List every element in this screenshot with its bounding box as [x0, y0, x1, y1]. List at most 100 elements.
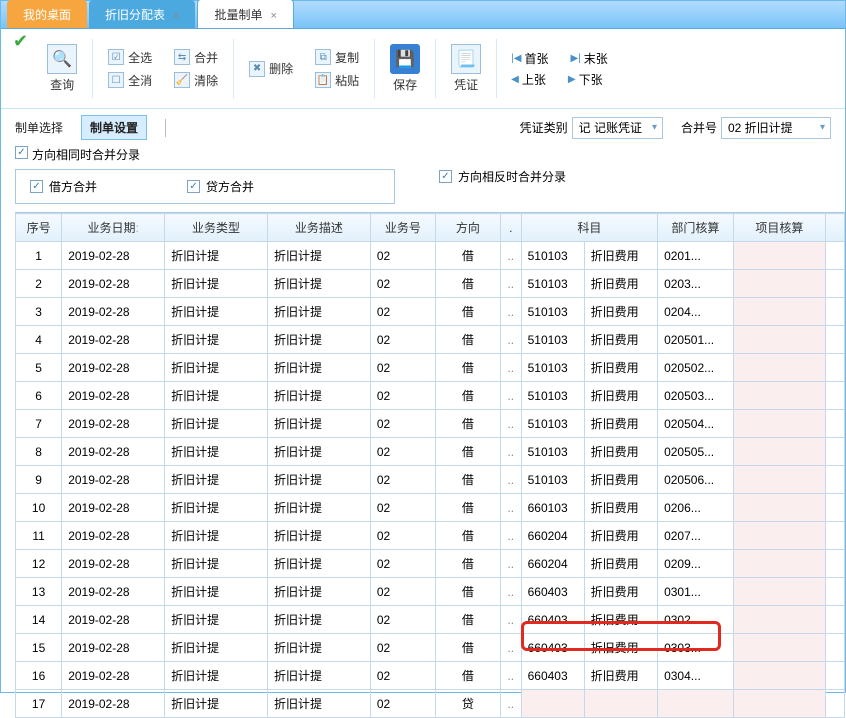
cell-extra [826, 606, 845, 634]
cell-no: 02 [370, 494, 435, 522]
paste-button[interactable]: 📋粘贴 [310, 69, 364, 92]
table-row[interactable]: 122019-02-28折旧计提折旧计提02借..660204折旧费用0209.… [16, 550, 845, 578]
cell-name: 折旧费用 [584, 578, 657, 606]
copy-button[interactable]: ⧉复制 [310, 46, 364, 69]
close-icon[interactable]: × [270, 10, 276, 22]
prev-button[interactable]: ◀上张 [507, 69, 550, 90]
table-row[interactable]: 152019-02-28折旧计提折旧计提02借..660403折旧费用0303.… [16, 634, 845, 662]
cell-extra [826, 438, 845, 466]
col-bizno[interactable]: 业务号 [370, 214, 435, 242]
mergeno-select[interactable]: 02 折旧计提 [721, 117, 831, 139]
table-row[interactable]: 162019-02-28折旧计提折旧计提02借..660403折旧费用0304.… [16, 662, 845, 690]
cell-dots[interactable]: .. [500, 634, 521, 662]
col-biztype[interactable]: 业务类型 [165, 214, 268, 242]
cell-dept: 0201... [658, 242, 734, 270]
cell-dots[interactable]: .. [500, 578, 521, 606]
opp-dir-label: 方向相反时合并分录 [458, 168, 566, 185]
cell-dept: 0203... [658, 270, 734, 298]
table-row[interactable]: 92019-02-28折旧计提折旧计提02借..510103折旧费用020506… [16, 466, 845, 494]
cell-dots[interactable]: .. [500, 242, 521, 270]
table-row[interactable]: 142019-02-28折旧计提折旧计提02借..660403折旧费用0302.… [16, 606, 845, 634]
tab-batch[interactable]: 批量制单× [197, 0, 293, 28]
cell-dots[interactable]: .. [500, 550, 521, 578]
tab-choose[interactable]: 制单选择 [15, 119, 63, 136]
cell-name: 折旧费用 [584, 494, 657, 522]
col-dir[interactable]: 方向 [435, 214, 500, 242]
cell-dots[interactable]: .. [500, 354, 521, 382]
merge-button[interactable]: ⇆合并 [169, 46, 223, 69]
cell-dots[interactable]: .. [500, 438, 521, 466]
select-all-button[interactable]: ☑全选 [103, 46, 157, 69]
opp-dir-checkbox[interactable] [439, 170, 452, 183]
table-row[interactable]: 72019-02-28折旧计提折旧计提02借..510103折旧费用020504… [16, 410, 845, 438]
cell-seq: 14 [16, 606, 62, 634]
query-button[interactable]: 🔍 查询 [42, 41, 82, 96]
table-row[interactable]: 22019-02-28折旧计提折旧计提02借..510103折旧费用0203..… [16, 270, 845, 298]
cell-dots[interactable]: .. [500, 382, 521, 410]
vtype-select[interactable]: 记 记账凭证 [572, 117, 663, 139]
cell-type: 折旧计提 [165, 662, 268, 690]
col-extra[interactable] [826, 214, 845, 242]
last-icon: ▶| [570, 53, 580, 64]
table-row[interactable]: 32019-02-28折旧计提折旧计提02借..510103折旧费用0204..… [16, 298, 845, 326]
table-row[interactable]: 102019-02-28折旧计提折旧计提02借..660103折旧费用0206.… [16, 494, 845, 522]
next-button[interactable]: ▶下张 [564, 69, 607, 90]
cell-dots[interactable]: .. [500, 466, 521, 494]
tab-desktop[interactable]: 我的桌面 [7, 0, 87, 28]
cell-name: 折旧费用 [584, 242, 657, 270]
table-row[interactable]: 62019-02-28折旧计提折旧计提02借..510103折旧费用020503… [16, 382, 845, 410]
cell-dots[interactable]: .. [500, 298, 521, 326]
cell-name: 折旧费用 [584, 606, 657, 634]
cell-proj [733, 242, 825, 270]
table-row[interactable]: 12019-02-28折旧计提折旧计提02借..510103折旧费用0201..… [16, 242, 845, 270]
table-row[interactable]: 52019-02-28折旧计提折旧计提02借..510103折旧费用020502… [16, 354, 845, 382]
cell-dir: 借 [435, 466, 500, 494]
voucher-button[interactable]: 📃 凭证 [446, 41, 486, 96]
cell-code: 510103 [521, 438, 584, 466]
deselect-all-button[interactable]: ☐全消 [103, 69, 157, 92]
save-button[interactable]: 💾 保存 [385, 41, 425, 96]
cell-seq: 10 [16, 494, 62, 522]
table-row[interactable]: 42019-02-28折旧计提折旧计提02借..510103折旧费用020501… [16, 326, 845, 354]
cell-date: 2019-02-28 [62, 522, 165, 550]
col-dept[interactable]: 部门核算 [658, 214, 734, 242]
cell-extra [826, 466, 845, 494]
cell-no: 02 [370, 242, 435, 270]
tab-alloc[interactable]: 折旧分配表× [89, 0, 195, 28]
cell-type: 折旧计提 [165, 326, 268, 354]
cell-dept: 020502... [658, 354, 734, 382]
cell-desc: 折旧计提 [267, 298, 370, 326]
first-button[interactable]: |◀首张 [507, 48, 552, 69]
table-row[interactable]: 132019-02-28折旧计提折旧计提02借..660403折旧费用0301.… [16, 578, 845, 606]
close-icon[interactable]: × [173, 10, 179, 22]
table-row[interactable]: 112019-02-28折旧计提折旧计提02借..660204折旧费用0207.… [16, 522, 845, 550]
cell-dots[interactable]: .. [500, 606, 521, 634]
col-dots[interactable]: . [500, 214, 521, 242]
cell-dots[interactable]: .. [500, 662, 521, 690]
same-dir-checkbox[interactable] [15, 146, 28, 159]
col-subject[interactable]: 科目 [521, 214, 657, 242]
cell-seq: 5 [16, 354, 62, 382]
debit-merge-checkbox[interactable] [30, 180, 43, 193]
cell-dir: 借 [435, 662, 500, 690]
cell-dots[interactable]: .. [500, 494, 521, 522]
cell-proj [733, 438, 825, 466]
tab-settings[interactable]: 制单设置 [81, 115, 147, 140]
cell-dots[interactable]: .. [500, 410, 521, 438]
col-bizdate[interactable]: 业务日期: [62, 214, 165, 242]
credit-merge-checkbox[interactable] [187, 180, 200, 193]
table-row[interactable]: 82019-02-28折旧计提折旧计提02借..510103折旧费用020505… [16, 438, 845, 466]
col-bizdesc[interactable]: 业务描述 [267, 214, 370, 242]
col-proj[interactable]: 项目核算 [733, 214, 825, 242]
last-button[interactable]: ▶|末张 [566, 48, 611, 69]
cell-extra [826, 298, 845, 326]
table-row[interactable]: 172019-02-28折旧计提折旧计提02贷.. [16, 690, 845, 718]
cell-dots[interactable]: .. [500, 522, 521, 550]
col-seq[interactable]: 序号 [16, 214, 62, 242]
cell-date: 2019-02-28 [62, 438, 165, 466]
cell-dots[interactable]: .. [500, 270, 521, 298]
cell-dots[interactable]: .. [500, 326, 521, 354]
delete-button[interactable]: ✖删除 [244, 57, 298, 80]
cell-dots[interactable]: .. [500, 690, 521, 718]
clear-button[interactable]: 🧹清除 [169, 69, 223, 92]
